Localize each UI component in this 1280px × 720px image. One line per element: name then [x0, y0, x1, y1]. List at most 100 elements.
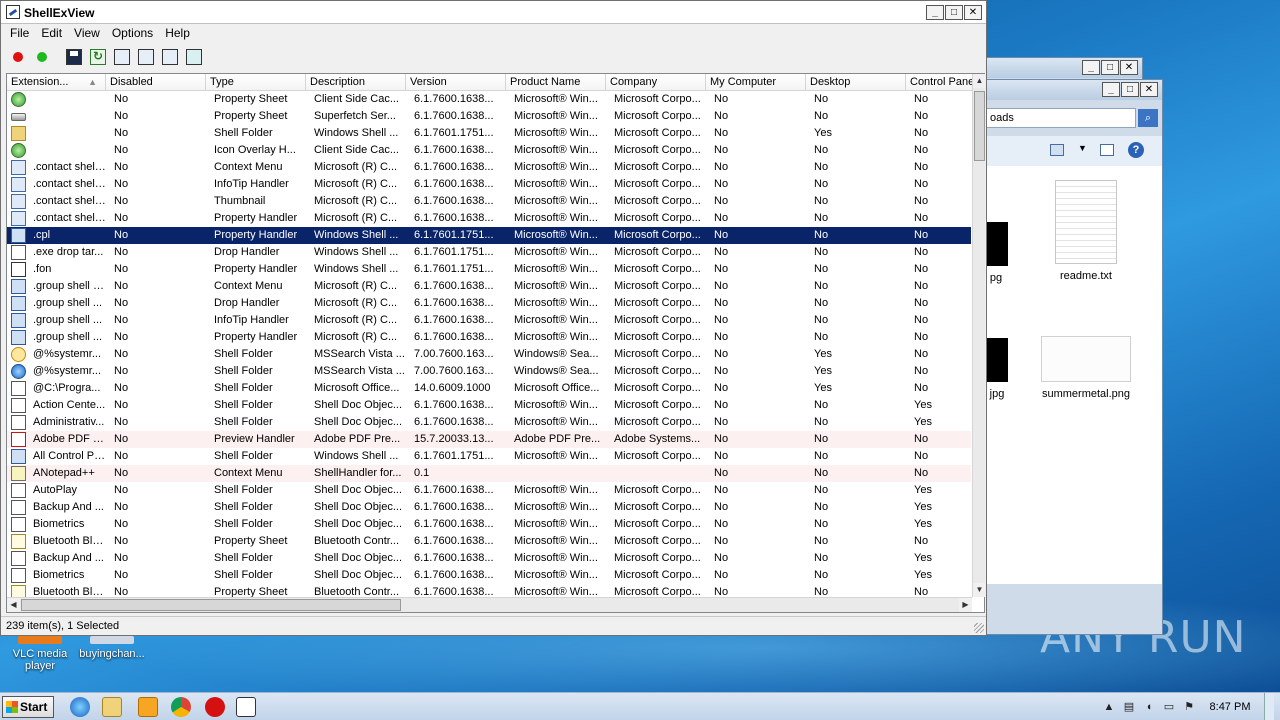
table-row[interactable]: No Icon Overlay H... Client Side Cac... 6.1… — [7, 142, 971, 159]
network-icon[interactable]: ▤ — [1122, 700, 1136, 714]
table-row[interactable]: @%systemr... No Shell Folder MSSearch Vista… — [7, 363, 971, 380]
properties-button[interactable] — [135, 46, 157, 68]
table-row[interactable]: .exe drop tar... No Drop Handler Windows Sh… — [7, 244, 971, 261]
chevron-down-icon[interactable]: ▼ — [1078, 143, 1087, 153]
refresh-button[interactable] — [87, 46, 109, 68]
maximize-button[interactable]: □ — [1101, 60, 1119, 75]
title-bar[interactable]: ShellExView _ □ ✕ — [1, 1, 986, 24]
table-row[interactable]: .contact shell... No InfoTip Handler Micros… — [7, 176, 971, 193]
close-button[interactable]: ✕ — [1140, 82, 1158, 97]
table-row[interactable]: Adobe PDF P... No Preview Handler Adobe PDF… — [7, 431, 971, 448]
find-button[interactable] — [159, 46, 181, 68]
file-item-summermetal[interactable]: summermetal.png — [1036, 336, 1136, 400]
table-row[interactable]: @C:\Progra... No Shell Folder Microsoft Off… — [7, 380, 971, 397]
column-extension[interactable]: Extension... ▲ — [7, 74, 106, 90]
table-row[interactable]: Bluetooth Blu... No Property Sheet Bluetoot… — [7, 533, 971, 550]
column-product-name[interactable]: Product Name — [506, 74, 606, 90]
table-row[interactable]: @%systemr... No Shell Folder MSSearch Vista… — [7, 346, 971, 363]
maximize-button[interactable]: □ — [945, 5, 963, 20]
flag-icon[interactable]: ⚑ — [1182, 700, 1196, 714]
table-row[interactable]: .cpl No Property Handler Windows Shell ... 6… — [7, 227, 971, 244]
close-button[interactable]: ✕ — [1120, 60, 1138, 75]
file-thumbnail[interactable] — [986, 338, 1008, 382]
explorer-window[interactable]: _ □ ✕ oads ⌕ ▼ ? pg readme.txt jpg summe… — [985, 79, 1163, 635]
menu-view[interactable]: View — [68, 26, 106, 40]
table-row[interactable]: All Control Pa... No Shell Folder Windows S… — [7, 448, 971, 465]
table-row[interactable]: AutoPlay No Shell Folder Shell Doc Objec...… — [7, 482, 971, 499]
file-item-jpg[interactable]: jpg — [986, 388, 1008, 400]
column-type[interactable]: Type — [206, 74, 306, 90]
address-bar[interactable]: oads — [986, 108, 1136, 128]
clock[interactable]: 8:47 PM — [1202, 701, 1258, 713]
shellexview-task-icon[interactable] — [236, 697, 256, 717]
search-button[interactable]: ⌕ — [1138, 109, 1158, 127]
table-row[interactable]: Administrativ... No Shell Folder Shell Doc … — [7, 414, 971, 431]
preview-pane-icon[interactable] — [1100, 144, 1114, 156]
enable-button[interactable] — [31, 46, 53, 68]
media-player-icon[interactable] — [138, 697, 158, 717]
save-button[interactable] — [63, 46, 85, 68]
file-explorer-icon[interactable] — [102, 697, 122, 717]
menu-file[interactable]: File — [4, 26, 35, 40]
maximize-button[interactable]: □ — [1121, 82, 1139, 97]
exit-button[interactable] — [183, 46, 205, 68]
menu-help[interactable]: Help — [159, 26, 196, 40]
column-disabled[interactable]: Disabled — [106, 74, 206, 90]
vertical-scrollbar[interactable]: ▲ ▼ — [972, 74, 986, 597]
table-row[interactable]: Backup And ... No Shell Folder Shell Doc Ob… — [7, 550, 971, 567]
file-item-readme[interactable]: readme.txt — [1046, 180, 1126, 282]
table-row[interactable]: .contact shell... No Thumbnail Microsoft (R… — [7, 193, 971, 210]
minimize-button[interactable]: _ — [1102, 82, 1120, 97]
disable-button[interactable] — [7, 46, 29, 68]
copy-button[interactable] — [111, 46, 133, 68]
table-row[interactable]: Action Cente... No Shell Folder Shell Doc O… — [7, 397, 971, 414]
help-icon[interactable]: ? — [1128, 142, 1144, 158]
table-row[interactable]: .group shell ... No Drop Handler Microsoft … — [7, 295, 971, 312]
table-row[interactable]: .contact shell... No Property Handler Micro… — [7, 210, 971, 227]
column-company[interactable]: Company — [606, 74, 706, 90]
table-row[interactable]: Backup And ... No Shell Folder Shell Doc Ob… — [7, 499, 971, 516]
column-my-computer[interactable]: My Computer — [706, 74, 806, 90]
view-options-icon[interactable] — [1050, 144, 1064, 156]
menu-edit[interactable]: Edit — [35, 26, 68, 40]
desktop-icon-vlc[interactable]: VLC media player — [0, 636, 80, 672]
scroll-down-icon[interactable]: ▼ — [973, 583, 986, 597]
column-version[interactable]: Version — [406, 74, 506, 90]
monitor-icon[interactable]: ▭ — [1162, 700, 1176, 714]
table-row[interactable]: No Shell Folder Windows Shell ... 6.1.7601.… — [7, 125, 971, 142]
file-thumbnail[interactable] — [986, 222, 1008, 266]
scroll-up-icon[interactable]: ▲ — [973, 74, 986, 88]
column-description[interactable]: Description — [306, 74, 406, 90]
file-item-pg[interactable]: pg — [986, 272, 1006, 284]
table-row[interactable]: Bluetooth Blu... No Property Sheet Bluetoot… — [7, 584, 971, 597]
table-row[interactable]: Biometrics No Shell Folder Shell Doc Objec.… — [7, 567, 971, 584]
shellexview-window[interactable]: ShellExView _ □ ✕ File Edit View Options… — [0, 0, 987, 636]
table-row[interactable]: .group shell c... No Context Menu Microsoft… — [7, 278, 971, 295]
table-row[interactable]: Biometrics No Shell Folder Shell Doc Objec.… — [7, 516, 971, 533]
chevron-up-icon[interactable]: ▲ — [1102, 700, 1116, 714]
scroll-right-icon[interactable]: ▶ — [959, 598, 972, 612]
table-row[interactable]: No Property Sheet Client Side Cac... 6.1.76… — [7, 91, 971, 108]
table-row[interactable]: No Property Sheet Superfetch Ser... 6.1.760… — [7, 108, 971, 125]
minimize-button[interactable]: _ — [926, 5, 944, 20]
opera-icon[interactable] — [205, 697, 225, 717]
scrollbar-thumb[interactable] — [21, 599, 401, 611]
internet-explorer-icon[interactable] — [70, 697, 90, 717]
table-row[interactable]: .group shell ... No InfoTip Handler Microso… — [7, 312, 971, 329]
desktop-icon-buyingchan[interactable]: buyingchan... — [72, 636, 152, 660]
extension-list[interactable]: Extension... ▲ Disabled Type Description… — [6, 73, 986, 613]
scrollbar-thumb[interactable] — [974, 91, 985, 161]
scroll-left-icon[interactable]: ◀ — [7, 598, 20, 612]
table-row[interactable]: .contact shell... No Context Menu Microsoft… — [7, 159, 971, 176]
speaker-icon[interactable]: ◖ — [1142, 700, 1156, 714]
column-control-panel[interactable]: Control Panel — [906, 74, 972, 90]
table-row[interactable]: ANotepad++ No Context Menu ShellHandler for… — [7, 465, 971, 482]
start-button[interactable]: Start — [2, 696, 54, 718]
minimize-button[interactable]: _ — [1082, 60, 1100, 75]
show-desktop-button[interactable] — [1264, 693, 1274, 720]
menu-options[interactable]: Options — [106, 26, 159, 40]
chrome-icon[interactable] — [171, 697, 191, 717]
horizontal-scrollbar[interactable]: ◀ ▶ — [7, 597, 972, 612]
column-desktop[interactable]: Desktop — [806, 74, 906, 90]
resize-grip-icon[interactable] — [974, 623, 984, 633]
